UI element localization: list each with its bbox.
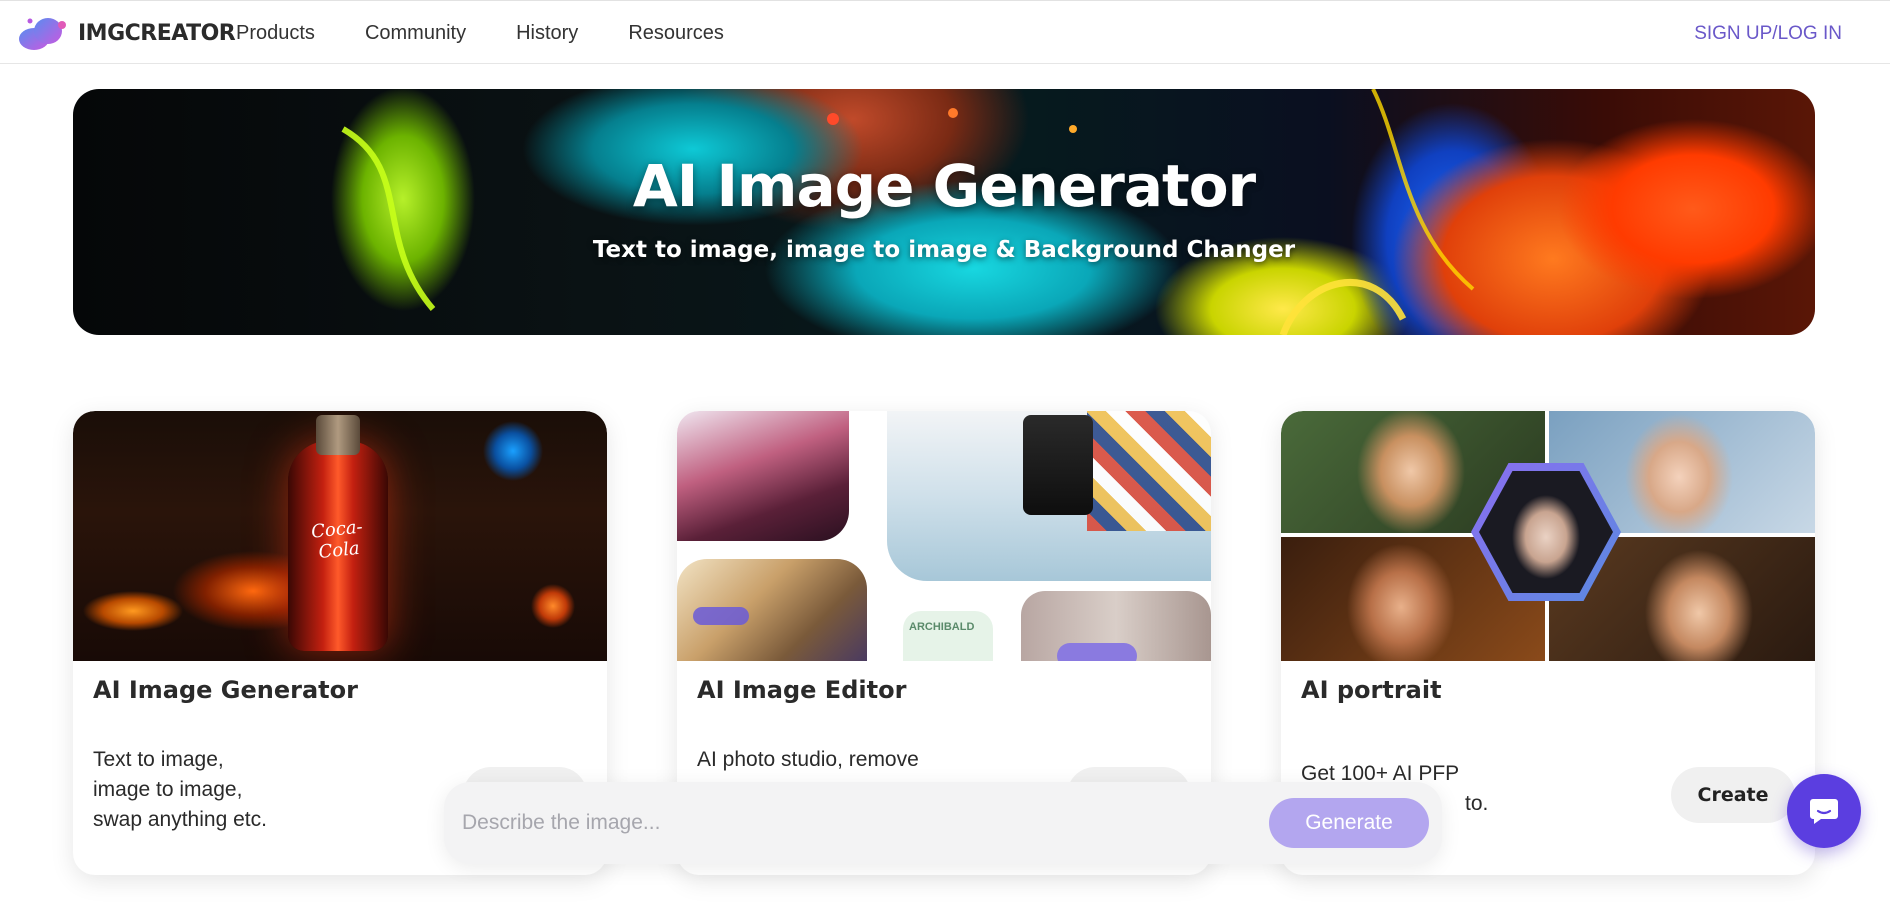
nav-products[interactable]: Products bbox=[236, 22, 315, 45]
logo-icon bbox=[16, 13, 76, 53]
editor-sample-highlight bbox=[1057, 643, 1137, 661]
brand-name: IMGCREATOR bbox=[78, 20, 236, 46]
editor-sample-coffee-machine bbox=[1023, 415, 1093, 515]
main-nav: Products Community History Resources bbox=[236, 1, 774, 65]
top-nav-bar: IMGCREATOR Products Community History Re… bbox=[0, 0, 1890, 64]
editor-sample-label bbox=[903, 611, 993, 661]
card-portrait-thumbnail bbox=[1281, 411, 1815, 661]
card-desc-line: Text to image, bbox=[93, 748, 224, 771]
prompt-bar: Generate bbox=[444, 782, 1442, 864]
nav-community[interactable]: Community bbox=[365, 22, 466, 45]
card-title: AI Image Generator bbox=[93, 676, 358, 704]
generate-button[interactable]: Generate bbox=[1269, 798, 1429, 848]
hero-banner: AI Image Generator Text to image, image … bbox=[73, 89, 1815, 335]
chat-icon bbox=[1810, 799, 1838, 824]
card-image-generator-thumbnail: Coca-Cola bbox=[73, 411, 607, 661]
signup-login-link[interactable]: SIGN UP/LOG IN bbox=[1694, 23, 1842, 45]
editor-sample-pattern bbox=[1087, 411, 1211, 531]
card-desc-line: image to image, bbox=[93, 778, 243, 801]
describe-image-input[interactable] bbox=[462, 798, 1202, 848]
card-description: AI photo studio, remove bbox=[697, 745, 1017, 775]
nav-history[interactable]: History bbox=[516, 22, 578, 45]
hero-subtitle: Text to image, image to image & Backgrou… bbox=[592, 237, 1296, 263]
nav-resources[interactable]: Resources bbox=[628, 22, 724, 45]
card-image-editor-thumbnail: ARCHIBALD bbox=[677, 411, 1211, 661]
editor-sample-mask bbox=[693, 607, 749, 625]
editor-sample-portrait bbox=[677, 411, 849, 541]
chat-button[interactable] bbox=[1787, 774, 1861, 848]
brand-logo[interactable]: IMGCREATOR bbox=[16, 13, 236, 53]
bottle-label-text: Coca-Cola bbox=[310, 516, 364, 564]
card-title: AI portrait bbox=[1301, 676, 1442, 704]
bottle-cap bbox=[316, 415, 360, 455]
hero-title: AI Image Generator bbox=[632, 152, 1256, 220]
create-button[interactable]: Create bbox=[1671, 767, 1795, 823]
card-description: Text to image, image to image, swap anyt… bbox=[93, 745, 413, 835]
card-title: AI Image Editor bbox=[697, 676, 907, 704]
card-desc-line: swap anything etc. bbox=[93, 808, 267, 831]
card-desc-line: AI photo studio, remove bbox=[697, 748, 919, 771]
editor-sample-label-text: ARCHIBALD bbox=[909, 621, 975, 633]
